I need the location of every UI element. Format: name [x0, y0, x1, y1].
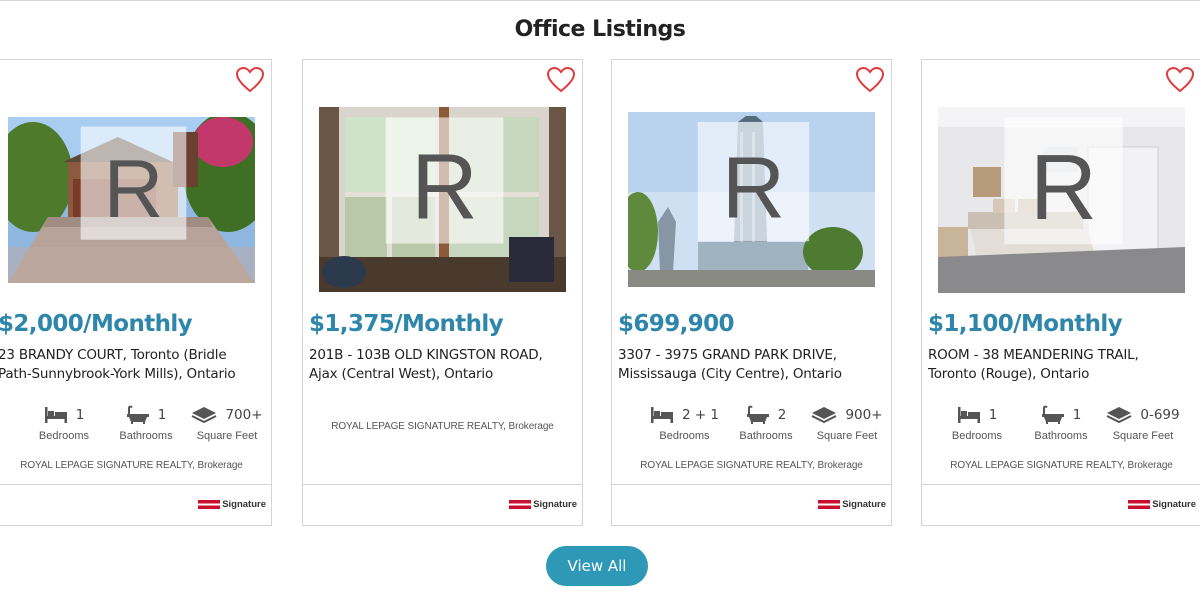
listing-address: 201B - 103B OLD KINGSTON ROAD, Ajax (Cen…: [309, 347, 543, 382]
listing-photo[interactable]: R: [938, 107, 1185, 293]
brokerage-name: ROYAL LEPAGE SIGNATURE REALTY, Brokerage: [331, 421, 554, 432]
bathtub-icon: [746, 405, 769, 424]
square-feet-icon: [192, 407, 217, 424]
brokerage-name: ROYAL LEPAGE SIGNATURE REALTY, Brokerage: [640, 460, 863, 471]
brokerage-name: ROYAL LEPAGE SIGNATURE REALTY, Brokerage: [950, 460, 1173, 471]
listing-card[interactable]: R $1,100/Monthly ROOM - 38 MEANDERING TR…: [921, 59, 1200, 526]
bathrooms-stat: 1 Bathrooms: [119, 405, 173, 442]
svg-text:R: R: [411, 134, 478, 238]
bed-icon: [44, 407, 67, 423]
realtor-logo-icon: R: [697, 121, 810, 242]
card-footer: Signature: [0, 484, 271, 525]
listing-price: $2,000/Monthly: [0, 311, 193, 337]
heart-icon[interactable]: [546, 66, 576, 94]
listing-address: 3307 - 3975 GRAND PARK DRIVE, Mississaug…: [618, 347, 842, 382]
bathrooms-stat: 2 Bathrooms: [739, 405, 793, 442]
square-feet-icon: [812, 407, 837, 424]
svg-text:R: R: [1030, 135, 1097, 239]
listing-address: ROOM - 38 MEANDERING TRAIL, Toronto (Rou…: [928, 347, 1139, 382]
card-footer: Signature: [612, 484, 891, 525]
page-title: Office Listings: [514, 17, 686, 42]
realtor-logo-icon: R: [385, 117, 504, 244]
signature-logo: Signature: [818, 498, 886, 510]
square-feet-stat: 700+ Square Feet: [182, 402, 271, 442]
bathrooms-stat: 1 Bathrooms: [1034, 405, 1088, 442]
realtor-logo-icon: R: [1004, 117, 1123, 245]
bed-icon: [650, 407, 673, 423]
signature-logo: Signature: [509, 498, 577, 510]
square-feet-icon: [1106, 407, 1132, 424]
bathtub-icon: [1041, 405, 1064, 424]
card-footer: Signature: [303, 484, 582, 525]
bedrooms-stat: 1 Bedrooms: [951, 407, 1003, 442]
listing-photo[interactable]: R: [8, 117, 255, 283]
listing-photo[interactable]: R: [628, 112, 875, 287]
card-footer: Signature: [922, 484, 1200, 525]
listing-price: $699,900: [618, 311, 735, 337]
square-feet-stat: 900+ Square Feet: [802, 402, 891, 442]
signature-logo: Signature: [198, 498, 266, 510]
realtor-logo-icon: R: [80, 126, 187, 240]
bed-icon: [957, 407, 980, 423]
svg-text:R: R: [104, 142, 164, 235]
signature-logo: Signature: [1128, 498, 1196, 510]
square-feet-stat: 0-699 Square Feet: [1098, 402, 1188, 442]
listing-price: $1,375/Monthly: [309, 311, 504, 337]
svg-text:R: R: [722, 138, 785, 236]
bathtub-icon: [126, 405, 149, 424]
brokerage-name: ROYAL LEPAGE SIGNATURE REALTY, Brokerage: [20, 460, 243, 471]
view-all-button[interactable]: View All: [546, 546, 648, 586]
bedrooms-stat: 1 Bedrooms: [38, 407, 90, 442]
listing-card[interactable]: R $1,375/Monthly 201B - 103B OLD KINGSTO…: [302, 59, 583, 526]
top-divider: [0, 0, 1200, 1]
listing-photo[interactable]: R: [319, 107, 566, 292]
heart-icon[interactable]: [855, 66, 885, 94]
listing-price: $1,100/Monthly: [928, 311, 1123, 337]
listing-address: 23 BRANDY COURT, Toronto (Bridle Path-Su…: [0, 347, 236, 382]
heart-icon[interactable]: [1165, 66, 1195, 94]
heart-icon[interactable]: [235, 66, 265, 94]
listing-card[interactable]: R $2,000/Monthly 23 BRANDY COURT, Toront…: [0, 59, 272, 526]
listing-card[interactable]: R $699,900 3307 - 3975 GRAND PARK DRIVE,…: [611, 59, 892, 526]
